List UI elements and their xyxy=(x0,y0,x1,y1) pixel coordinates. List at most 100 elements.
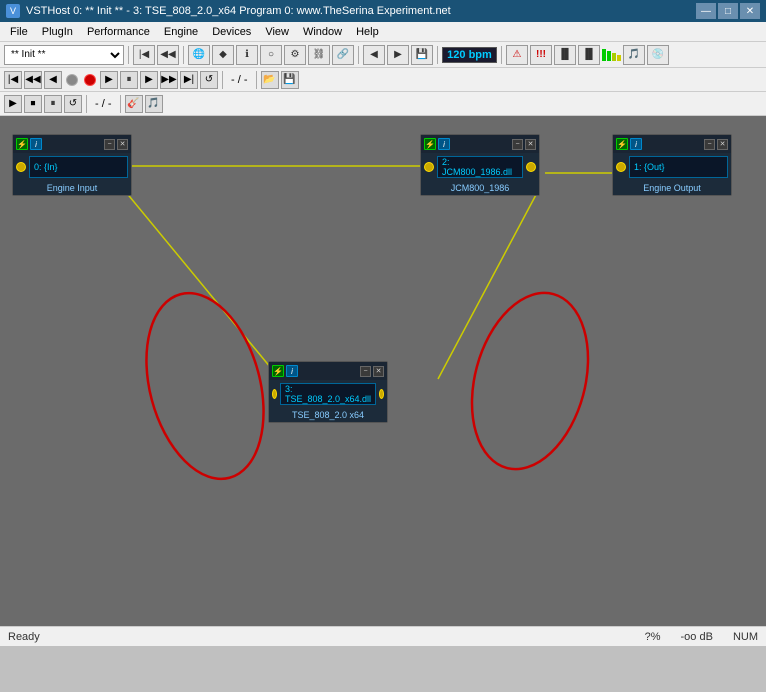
tb3-icon2[interactable]: 🎵 xyxy=(145,95,163,113)
node-ei-label: Engine Input xyxy=(13,181,131,195)
menu-view[interactable]: View xyxy=(259,25,295,39)
status-zoom: ?% xyxy=(645,631,661,643)
tb2-prev[interactable]: ◀◀ xyxy=(24,71,42,89)
node-engine-input-body: 0: {In} xyxy=(13,153,131,181)
toolbar2: |◀ ◀◀ ◀ ▶ ⏸ ▶ ▶▶ ▶| ↺ - / - 📂 💾 xyxy=(0,68,766,92)
node-ei-out-connector[interactable] xyxy=(16,162,26,172)
separator4 xyxy=(437,46,438,64)
tb-btn-chain1[interactable]: ⛓ xyxy=(308,45,330,65)
node-tse-in-connector[interactable] xyxy=(272,389,277,399)
node-jcm-minus-btn[interactable]: − xyxy=(512,139,523,150)
menu-devices[interactable]: Devices xyxy=(206,25,257,39)
node-jcm-power-icon[interactable]: ⚡ xyxy=(424,138,436,150)
tb3-stop2[interactable]: ⏹ xyxy=(24,95,42,113)
menu-bar: File PlugIn Performance Engine Devices V… xyxy=(0,22,766,42)
node-tse-controls: − ✕ xyxy=(360,366,384,377)
menu-window[interactable]: Window xyxy=(297,25,348,39)
tb-save-btn[interactable]: 💿 xyxy=(647,45,669,65)
node-engine-input: ⚡ i − ✕ 0: {In} Engine Input xyxy=(12,134,132,196)
tb2-step-fwd[interactable]: ▶ xyxy=(140,71,158,89)
tb-midi-btn[interactable]: 🎵 xyxy=(623,45,645,65)
node-ei-close-btn[interactable]: ✕ xyxy=(117,139,128,150)
menu-performance[interactable]: Performance xyxy=(81,25,156,39)
node-eo-controls: − ✕ xyxy=(704,139,728,150)
node-jcm-info-icon[interactable]: i xyxy=(438,138,450,150)
menu-engine[interactable]: Engine xyxy=(158,25,204,39)
tb2-save2[interactable]: 💾 xyxy=(281,71,299,89)
node-ei-info-icon[interactable]: i xyxy=(30,138,42,150)
node-eo-close-btn[interactable]: ✕ xyxy=(717,139,728,150)
toolbar1: ** Init ** |◀ ◀◀ 🌐 ◆ ℹ ○ ⚙ ⛓ 🔗 ◀ ▶ 💾 120… xyxy=(0,42,766,68)
node-eo-display: 1: {Out} xyxy=(629,156,728,178)
tb2-load[interactable]: 📂 xyxy=(261,71,279,89)
separator5 xyxy=(501,46,502,64)
tb-btn-circle[interactable]: ○ xyxy=(260,45,282,65)
close-button[interactable]: ✕ xyxy=(740,3,760,19)
node-eo-in-connector[interactable] xyxy=(616,162,626,172)
title-bar-left: V VSTHost 0: ** Init ** - 3: TSE_808_2.0… xyxy=(6,4,451,18)
tb-bars2-btn[interactable]: ▐▌ xyxy=(578,45,600,65)
tb3-pause2[interactable]: ⏸ xyxy=(44,95,62,113)
tb3-play2[interactable]: ▶ xyxy=(4,95,22,113)
vu-meters xyxy=(602,49,621,61)
node-jcm-out-connector[interactable] xyxy=(526,162,536,172)
tb-btn-globe[interactable]: 🌐 xyxy=(188,45,210,65)
node-eo-info-icon[interactable]: i xyxy=(630,138,642,150)
tb-warn-btn[interactable]: ⚠ xyxy=(506,45,528,65)
preset-dropdown[interactable]: ** Init ** xyxy=(4,45,124,65)
tb-btn-tools[interactable]: ⚙ xyxy=(284,45,306,65)
minimize-button[interactable]: — xyxy=(696,3,716,19)
node-tse-close-btn[interactable]: ✕ xyxy=(373,366,384,377)
tb3-sep xyxy=(86,95,87,113)
tb2-step-back[interactable]: ◀ xyxy=(44,71,62,89)
tb-btn-info[interactable]: ℹ xyxy=(236,45,258,65)
tb2-to-end[interactable]: ▶| xyxy=(180,71,198,89)
node-jcm-close-btn[interactable]: ✕ xyxy=(525,139,536,150)
menu-help[interactable]: Help xyxy=(350,25,385,39)
tb2-play[interactable]: ▶ xyxy=(100,71,118,89)
tb-btn-rewind[interactable]: |◀ xyxy=(133,45,155,65)
node-jcm-label: JCM800_1986 xyxy=(421,181,539,195)
tb3-sep2 xyxy=(120,95,121,113)
tb-bars-btn[interactable]: ▐▌ xyxy=(554,45,576,65)
node-ei-display: 0: {In} xyxy=(29,156,128,178)
tb2-pause[interactable]: ⏸ xyxy=(120,71,138,89)
node-ei-minus-btn[interactable]: − xyxy=(104,139,115,150)
rec-led xyxy=(84,74,96,86)
node-eo-power-icon[interactable]: ⚡ xyxy=(616,138,628,150)
tb-btn-back[interactable]: ◀ xyxy=(363,45,385,65)
tb2-sep2 xyxy=(256,71,257,89)
node-tse-info-icon[interactable]: i xyxy=(286,365,298,377)
title-bar-controls: — □ ✕ xyxy=(696,3,760,19)
tb3-loop2[interactable]: ↺ xyxy=(64,95,82,113)
node-tse-minus-btn[interactable]: − xyxy=(360,366,371,377)
tb-btn-chain2[interactable]: 🔗 xyxy=(332,45,354,65)
node-jcm-in-connector[interactable] xyxy=(424,162,434,172)
tb-excl-btn[interactable]: !!! xyxy=(530,45,552,65)
tb-btn-diamond[interactable]: ◆ xyxy=(212,45,234,65)
node-ei-controls: − ✕ xyxy=(104,139,128,150)
node-eo-minus-btn[interactable]: − xyxy=(704,139,715,150)
tb2-position: - / - xyxy=(227,74,252,86)
separator3 xyxy=(358,46,359,64)
tb2-next[interactable]: ▶▶ xyxy=(160,71,178,89)
title-bar-title: VSTHost 0: ** Init ** - 3: TSE_808_2.0_x… xyxy=(26,5,451,17)
node-ei-power-icon[interactable]: ⚡ xyxy=(16,138,28,150)
tb3-icon1[interactable]: 🎸 xyxy=(125,95,143,113)
node-engine-input-header: ⚡ i − ✕ xyxy=(13,135,131,153)
tb-btn-floppy[interactable]: 💾 xyxy=(411,45,433,65)
menu-plugin[interactable]: PlugIn xyxy=(36,25,79,39)
maximize-button[interactable]: □ xyxy=(718,3,738,19)
status-db: -oo dB xyxy=(681,631,713,643)
tb-btn-left[interactable]: ◀◀ xyxy=(157,45,179,65)
title-bar: V VSTHost 0: ** Init ** - 3: TSE_808_2.0… xyxy=(0,0,766,22)
tb-btn-fwd[interactable]: ▶ xyxy=(387,45,409,65)
toolbar3: ▶ ⏹ ⏸ ↺ - / - 🎸 🎵 xyxy=(0,92,766,116)
node-tse-out-connector[interactable] xyxy=(379,389,384,399)
node-eo-label: Engine Output xyxy=(613,181,731,195)
menu-file[interactable]: File xyxy=(4,25,34,39)
node-tse-power-icon[interactable]: ⚡ xyxy=(272,365,284,377)
tb2-loop[interactable]: ↺ xyxy=(200,71,218,89)
tb2-to-start[interactable]: |◀ xyxy=(4,71,22,89)
node-jcm800-body: 2: JCM800_1986.dll xyxy=(421,153,539,181)
